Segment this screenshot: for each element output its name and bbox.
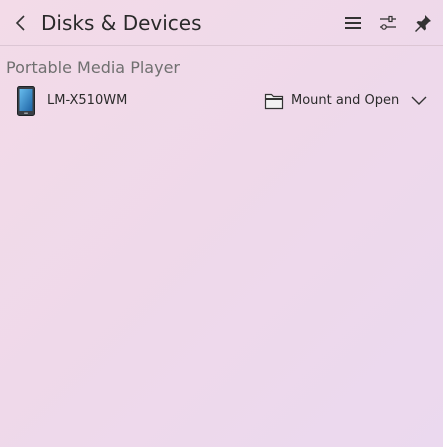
back-button[interactable] <box>10 12 32 34</box>
page-title: Disks & Devices <box>41 11 202 35</box>
chevron-down-icon <box>411 96 427 105</box>
device-name: LM-X510WM <box>47 93 128 108</box>
pin-button[interactable] <box>412 12 434 34</box>
device-row[interactable]: LM-X510WM Mount and Open <box>0 84 443 118</box>
mount-and-open-label: Mount and Open <box>291 93 400 108</box>
configure-button[interactable] <box>377 12 399 34</box>
mount-and-open-button[interactable]: Mount and Open <box>264 90 399 112</box>
section-title: Portable Media Player <box>6 58 180 77</box>
folder-icon <box>264 93 284 110</box>
menu-button[interactable] <box>342 12 364 34</box>
hamburger-menu-icon <box>345 17 361 29</box>
configure-sliders-icon <box>380 15 396 30</box>
expand-button[interactable] <box>408 92 430 110</box>
pin-icon <box>415 15 431 32</box>
chevron-left-icon <box>15 15 25 31</box>
header-bar: Disks & Devices <box>0 0 443 46</box>
phone-device-icon <box>17 86 35 116</box>
